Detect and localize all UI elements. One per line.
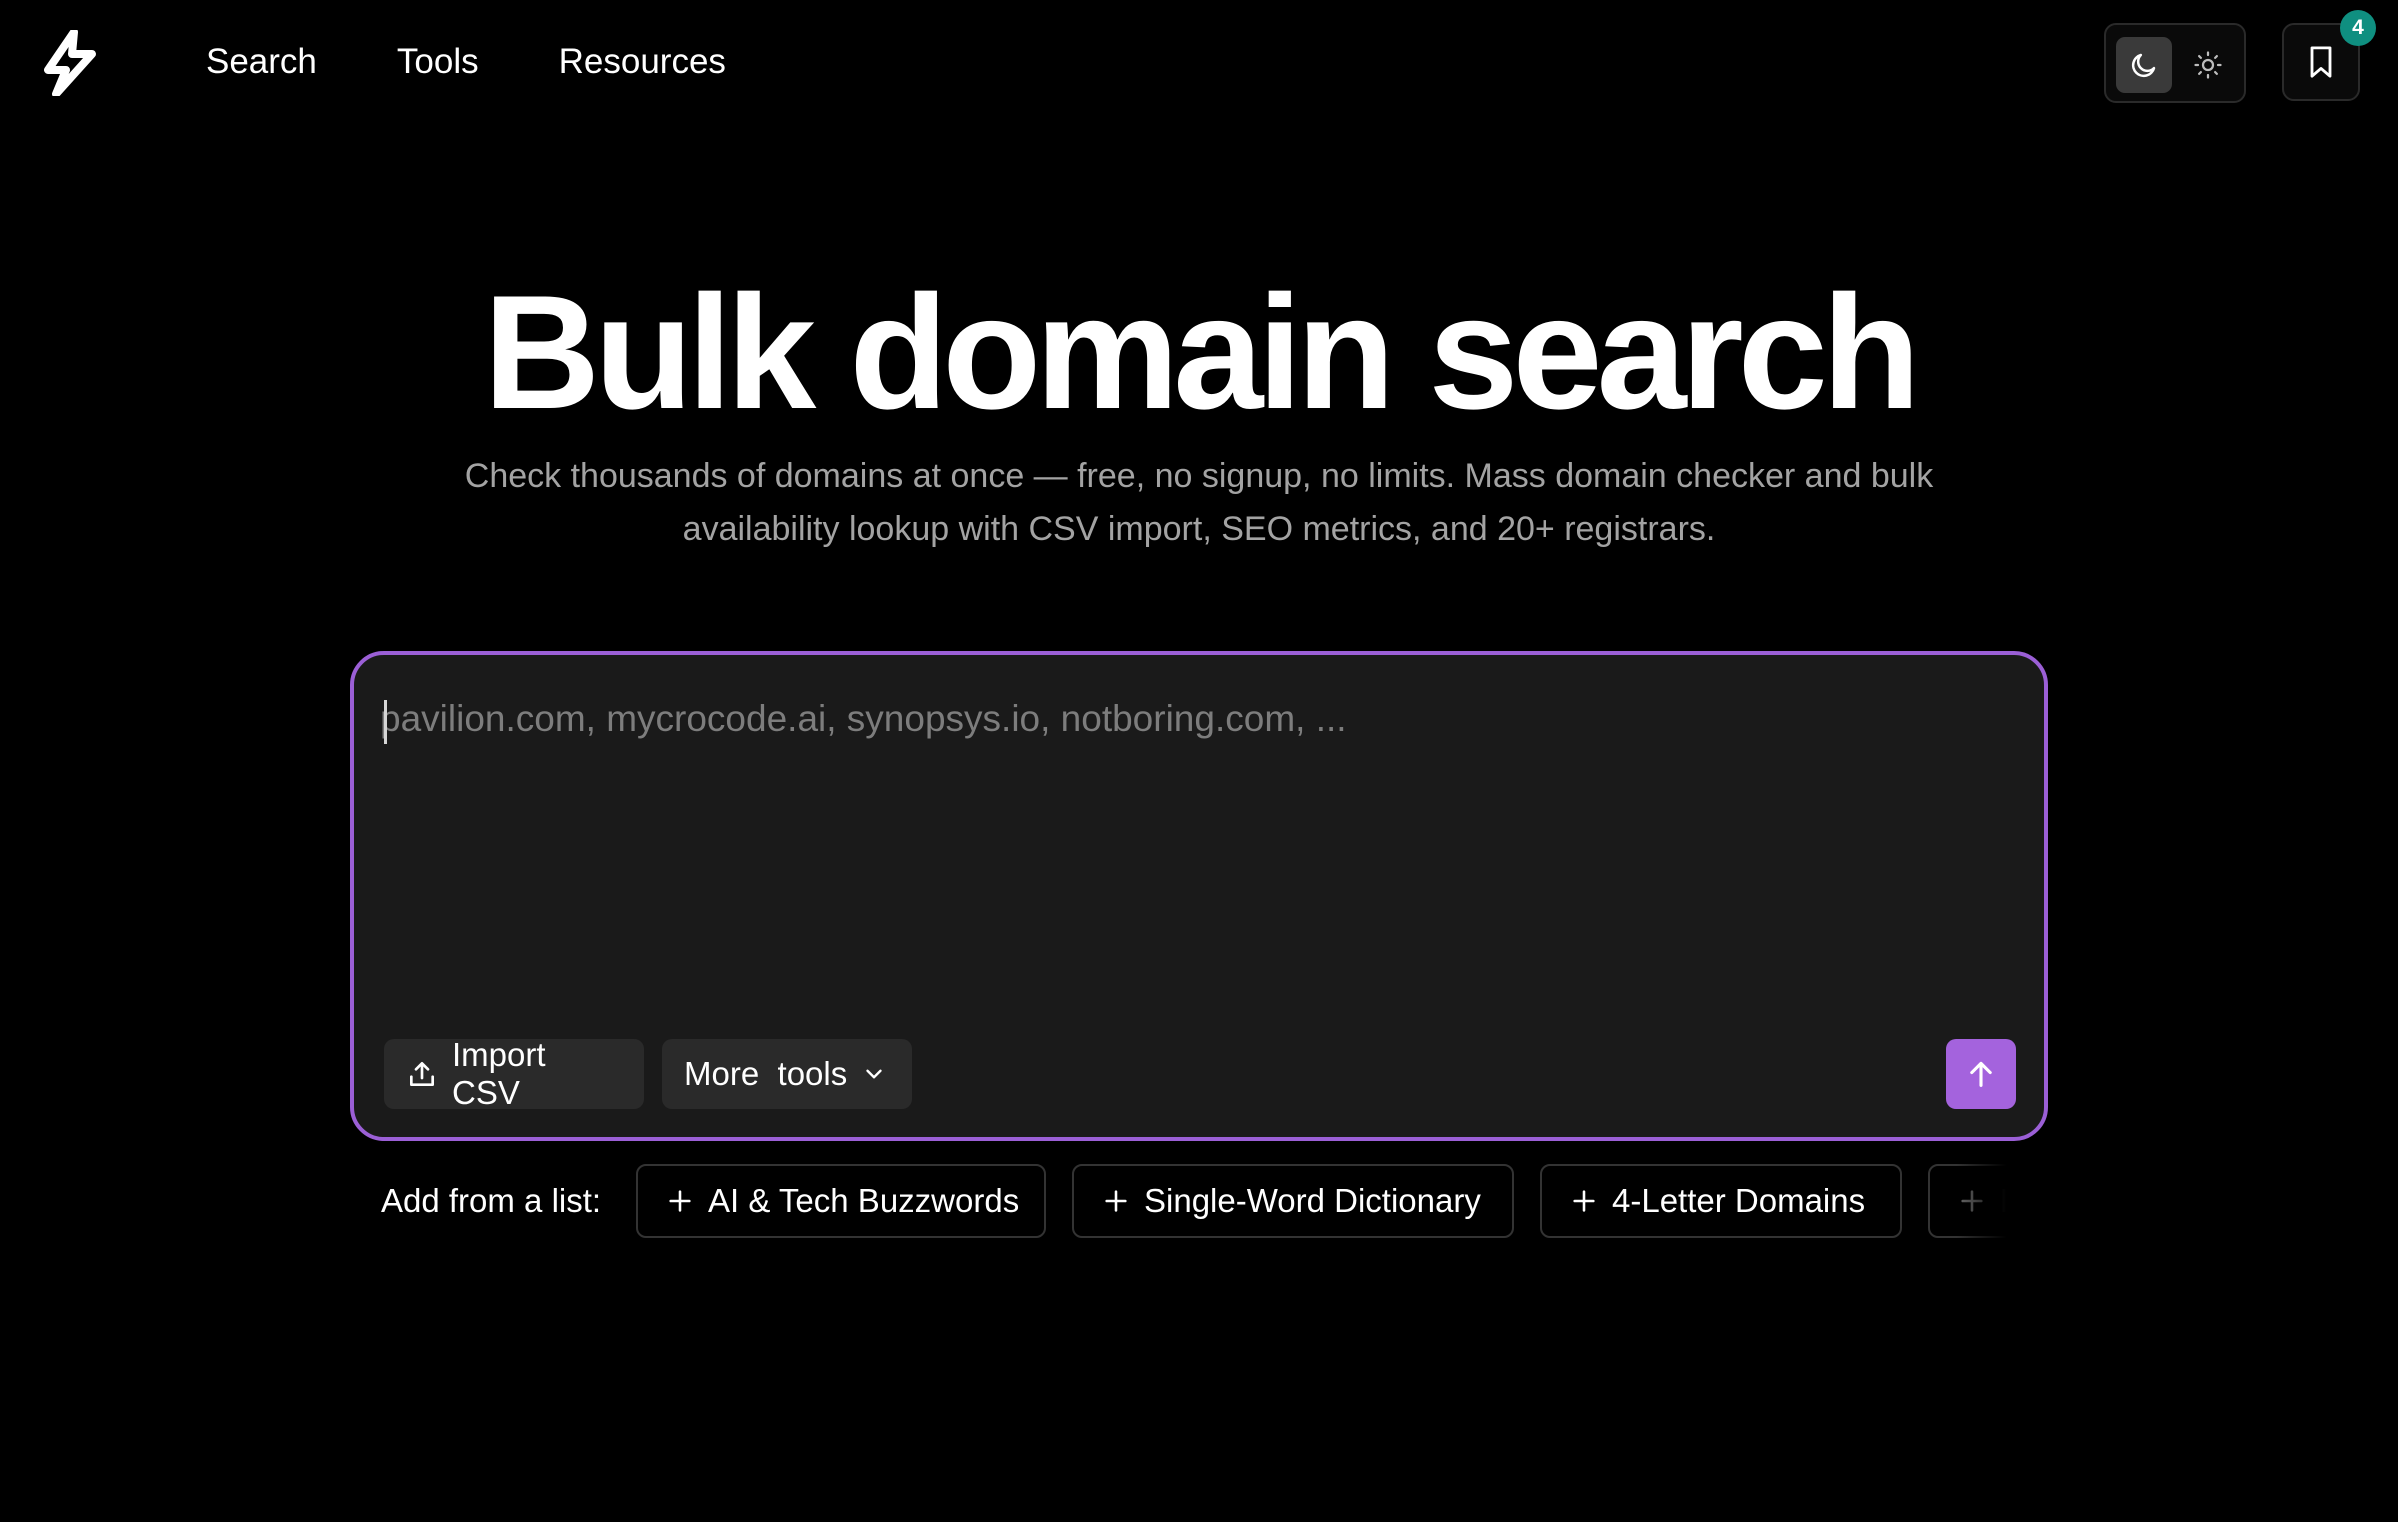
- list-chip-single-word-dictionary[interactable]: Single-Word Dictionary: [1072, 1164, 1514, 1238]
- more-tools-dropdown[interactable]: More tools: [662, 1039, 912, 1109]
- list-chip-ai-tech-buzzwords[interactable]: AI & Tech Buzzwords: [636, 1164, 1046, 1238]
- add-from-list-row: Add from a list: AI & Tech Buzzwords Sin…: [350, 1164, 2006, 1240]
- import-csv-button[interactable]: Import CSV: [384, 1036, 644, 1111]
- nav-link-tools[interactable]: Tools: [397, 38, 479, 86]
- search-submit-button[interactable]: [1946, 1039, 2016, 1109]
- page-title: Bulk domain search: [483, 262, 1920, 443]
- text-cursor: [384, 700, 387, 744]
- lightning-bolt-icon[interactable]: [38, 30, 100, 96]
- chevron-down-icon: [861, 1061, 887, 1087]
- page-subtitle: Check thousands of domains at once — fre…: [464, 457, 1934, 548]
- sun-icon: [2193, 50, 2223, 80]
- plus-icon: [666, 1187, 694, 1215]
- chip-label: Single-Word Dictionary: [1144, 1182, 1481, 1219]
- add-from-list-label: Add from a list:: [381, 1182, 602, 1219]
- main-nav: Search Tools Resources: [206, 38, 726, 86]
- domain-search-box: Import CSV More tools: [350, 651, 2048, 1141]
- arrow-up-icon: [1964, 1057, 1998, 1091]
- list-chip-4-letter-domains[interactable]: 4-Letter Domains: [1540, 1164, 1902, 1238]
- domain-search-input[interactable]: [380, 695, 2000, 1015]
- moon-icon: [2129, 50, 2159, 80]
- chip-label: 4-Letter Domains: [1612, 1182, 1866, 1219]
- more-tools-label: More tools: [684, 1055, 848, 1092]
- light-mode-button[interactable]: [2180, 37, 2236, 93]
- dark-mode-button[interactable]: [2116, 37, 2172, 93]
- import-csv-label: Import CSV: [452, 1036, 546, 1111]
- plus-icon: [1570, 1187, 1598, 1215]
- chip-label: AI & Tech Buzzwords: [708, 1182, 1020, 1219]
- theme-toggle: [2104, 23, 2246, 103]
- nav-link-resources[interactable]: Resources: [559, 38, 726, 86]
- nav-link-search[interactable]: Search: [206, 38, 317, 86]
- top-navbar: Search Tools Resources 4: [0, 0, 2398, 125]
- upload-icon: [406, 1058, 438, 1090]
- plus-icon: [1102, 1187, 1130, 1215]
- bookmark-count-badge: 4: [2340, 10, 2376, 46]
- bookmark-icon: [2305, 44, 2337, 80]
- scroll-fade: [1956, 1164, 2006, 1240]
